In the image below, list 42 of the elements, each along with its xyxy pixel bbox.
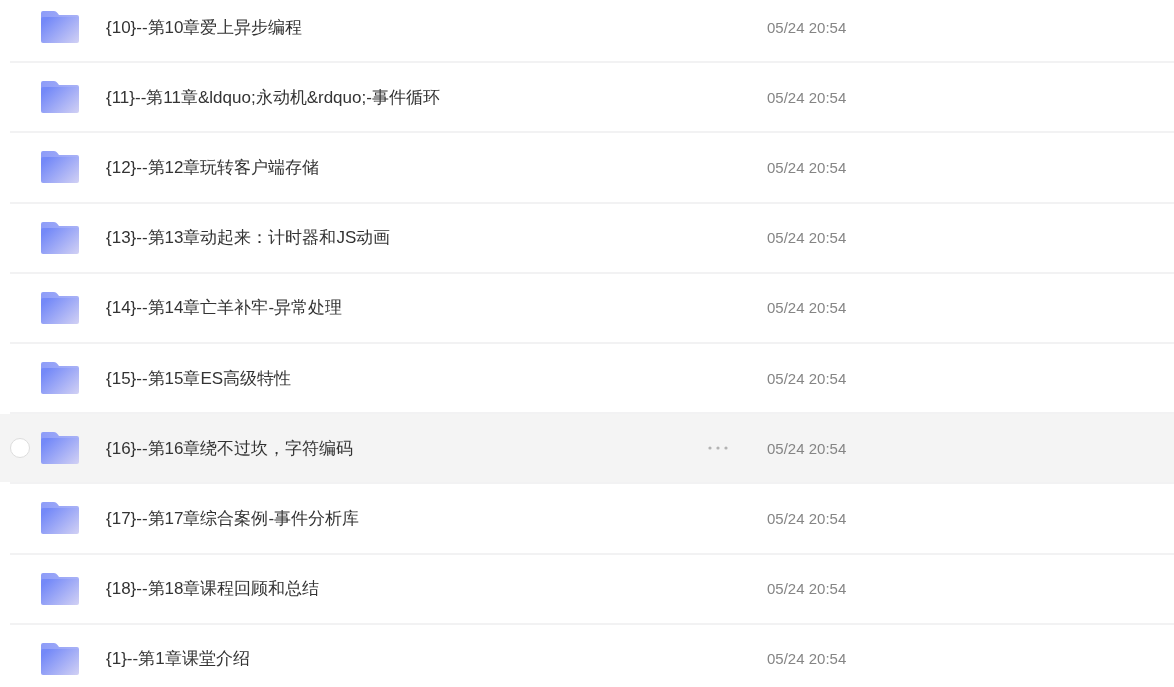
folder-icon [41, 572, 79, 605]
folder-name[interactable]: {18}--第18章课程回顾和总结 [106, 577, 706, 601]
folder-name[interactable]: {14}--第14章亡羊补牢-异常处理 [106, 296, 706, 320]
folder-icon [41, 291, 79, 324]
modified-date: 05/24 20:54 [767, 369, 847, 387]
folder-icon [41, 221, 79, 254]
folder-icon [41, 362, 79, 395]
folder-icon [41, 81, 79, 114]
more-icon [708, 446, 728, 451]
folder-name[interactable]: {16}--第16章绕不过坎，字符编码 [106, 436, 706, 460]
modified-date: 05/24 20:54 [767, 509, 847, 527]
folder-name[interactable]: {15}--第15章ES高级特性 [106, 366, 706, 390]
folder-name[interactable]: {10}--第10章爱上异步编程 [106, 15, 706, 39]
folder-icon [41, 502, 79, 535]
modified-date: 05/24 20:54 [767, 580, 847, 598]
folder-icon [41, 432, 79, 465]
modified-date: 05/24 20:54 [767, 229, 847, 247]
row-checkbox[interactable] [10, 438, 30, 459]
modified-date: 05/24 20:54 [767, 88, 847, 106]
folder-name[interactable]: {13}--第13章动起来：计时器和JS动画 [106, 226, 706, 250]
modified-date: 05/24 20:54 [767, 299, 847, 317]
folder-icon [41, 642, 79, 675]
folder-name[interactable]: {17}--第17章综合案例-事件分析库 [106, 506, 706, 530]
modified-date: 05/24 20:54 [767, 650, 847, 668]
file-row[interactable]: {18}--第18章课程回顾和总结 05/24 20:54 [0, 554, 1174, 623]
folder-icon [41, 151, 79, 184]
file-row[interactable]: {14}--第14章亡羊补牢-异常处理 05/24 20:54 [0, 273, 1174, 342]
folder-name[interactable]: {12}--第12章玩转客户端存储 [106, 155, 706, 179]
folder-name[interactable]: {11}--第11章&ldquo;永动机&rdquo;-事件循环 [106, 85, 706, 109]
modified-date: 05/24 20:54 [767, 439, 847, 457]
file-row[interactable]: {12}--第12章玩转客户端存储 05/24 20:54 [0, 133, 1174, 202]
file-row[interactable]: {13}--第13章动起来：计时器和JS动画 05/24 20:54 [0, 203, 1174, 272]
modified-date: 05/24 20:54 [767, 158, 847, 176]
file-row[interactable]: {11}--第11章&ldquo;永动机&rdquo;-事件循环 05/24 20:54 [0, 63, 1174, 132]
file-row[interactable]: {16}--第16章绕不过坎，字符编码 05/24 20:54 [0, 414, 1174, 483]
folder-name[interactable]: {1}--第1章课堂介绍 [106, 647, 706, 671]
file-row[interactable]: {17}--第17章综合案例-事件分析库 05/24 20:54 [0, 484, 1174, 553]
file-row[interactable]: {1}--第1章课堂介绍 05/24 20:54 [0, 624, 1174, 687]
folder-icon [41, 11, 79, 44]
file-row[interactable]: {15}--第15章ES高级特性 05/24 20:54 [0, 343, 1174, 413]
file-row[interactable]: {10}--第10章爱上异步编程 05/24 20:54 [0, 0, 1174, 62]
modified-date: 05/24 20:54 [767, 18, 847, 36]
